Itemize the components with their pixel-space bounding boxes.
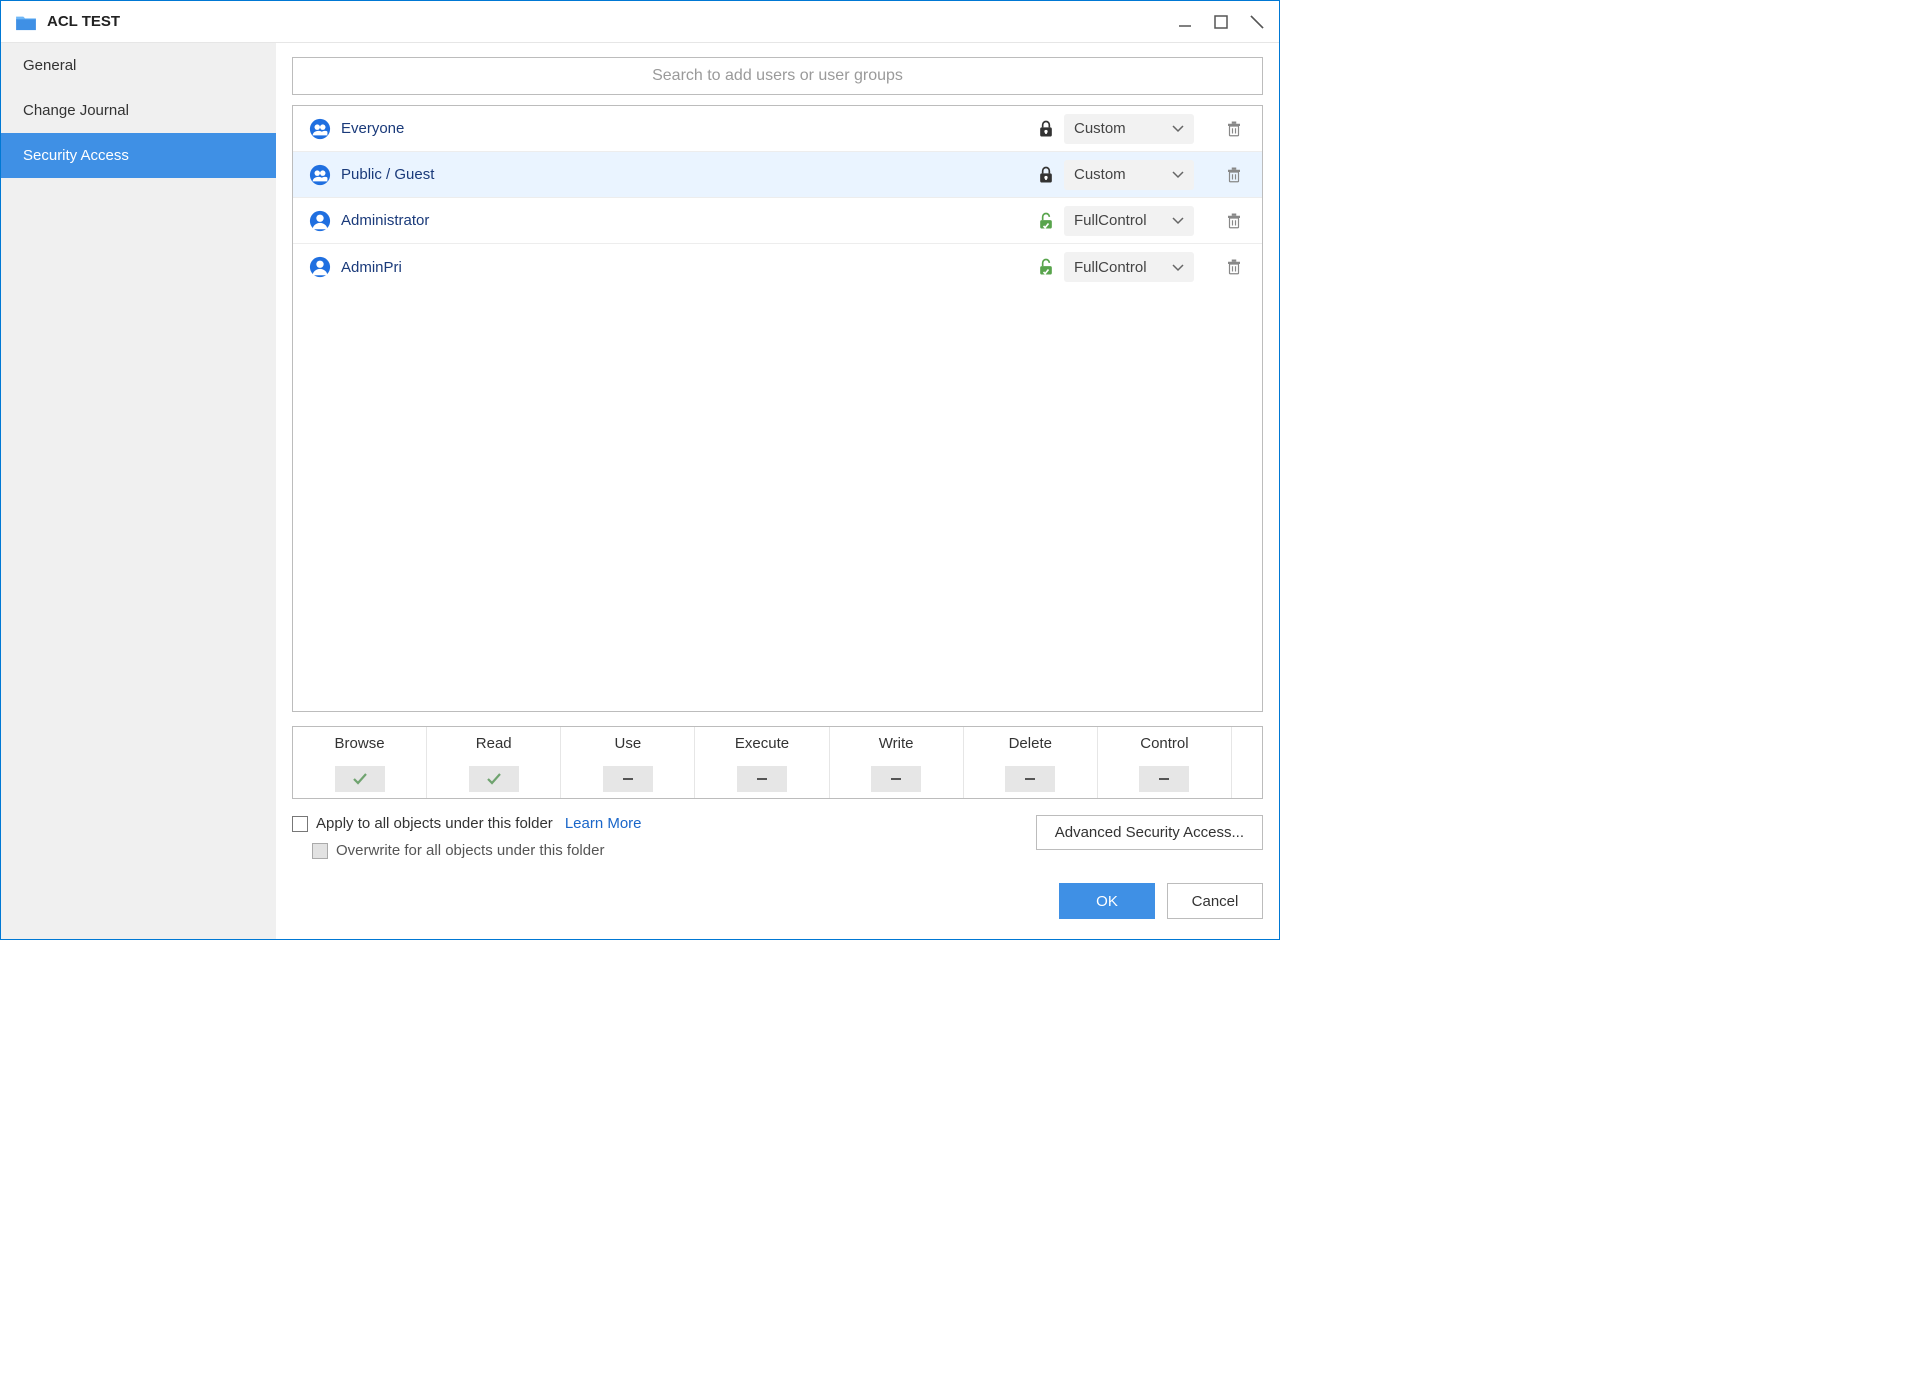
sidebar-item-change-journal[interactable]: Change Journal bbox=[1, 88, 276, 133]
perm-header-cell: Browse bbox=[293, 727, 427, 760]
principal-name: AdminPri bbox=[341, 259, 821, 276]
delete-acl-button[interactable] bbox=[1222, 255, 1246, 279]
ok-button[interactable]: OK bbox=[1059, 883, 1155, 919]
chevron-down-icon bbox=[1172, 125, 1184, 133]
maximize-button[interactable] bbox=[1207, 8, 1235, 36]
permission-value: Custom bbox=[1074, 166, 1126, 183]
window-title: ACL TEST bbox=[47, 13, 120, 30]
sidebar-item-security-access[interactable]: Security Access bbox=[1, 133, 276, 178]
perm-toggle-dash[interactable] bbox=[603, 766, 653, 792]
apply-all-label: Apply to all objects under this folder bbox=[316, 815, 553, 832]
permission-dropdown[interactable]: Custom bbox=[1064, 160, 1194, 190]
user-icon bbox=[309, 210, 331, 232]
perm-value-cell bbox=[561, 760, 695, 798]
delete-acl-button[interactable] bbox=[1222, 209, 1246, 233]
perm-value-cell bbox=[293, 760, 427, 798]
acl-row[interactable]: AdminPri FullControl bbox=[293, 244, 1262, 290]
overwrite-label: Overwrite for all objects under this fol… bbox=[336, 842, 604, 859]
apply-all-checkbox[interactable] bbox=[292, 816, 308, 832]
learn-more-link[interactable]: Learn More bbox=[565, 815, 642, 832]
permissions-table: BrowseReadUseExecuteWriteDeleteControl bbox=[292, 726, 1263, 799]
options-row: Apply to all objects under this folder L… bbox=[292, 815, 1263, 859]
sidebar-item-label: Security Access bbox=[23, 147, 129, 164]
permission-dropdown[interactable]: FullControl bbox=[1064, 252, 1194, 282]
apply-all-checkbox-line: Apply to all objects under this folder L… bbox=[292, 815, 642, 832]
permission-value: FullControl bbox=[1074, 259, 1147, 276]
sidebar-item-general[interactable]: General bbox=[1, 43, 276, 88]
perm-header-cell: Control bbox=[1098, 727, 1232, 760]
perm-toggle-dash[interactable] bbox=[737, 766, 787, 792]
perm-value-cell bbox=[427, 760, 561, 798]
dialog-footer: OK Cancel bbox=[292, 859, 1263, 939]
delete-acl-button[interactable] bbox=[1222, 163, 1246, 187]
sidebar-item-label: Change Journal bbox=[23, 102, 129, 119]
search-users-input[interactable] bbox=[292, 57, 1263, 95]
principal-name: Everyone bbox=[341, 120, 821, 137]
trash-icon bbox=[1225, 166, 1243, 184]
perm-value-cell bbox=[830, 760, 964, 798]
overwrite-checkbox[interactable] bbox=[312, 843, 328, 859]
overwrite-checkbox-line: Overwrite for all objects under this fol… bbox=[312, 842, 642, 859]
user-icon bbox=[309, 256, 331, 278]
perm-value-cell bbox=[1098, 760, 1232, 798]
chevron-down-icon bbox=[1172, 171, 1184, 179]
delete-acl-button[interactable] bbox=[1222, 117, 1246, 141]
perm-toggle-check[interactable] bbox=[469, 766, 519, 792]
acl-row[interactable]: Public / Guest Custom bbox=[293, 152, 1262, 198]
close-button[interactable] bbox=[1243, 8, 1271, 36]
security-access-panel: Everyone Custom Public / Guest Custom Admini… bbox=[276, 43, 1279, 939]
group-icon bbox=[309, 164, 331, 186]
perm-header-cell: Delete bbox=[964, 727, 1098, 760]
permission-value: FullControl bbox=[1074, 212, 1147, 229]
lock-open-icon bbox=[1036, 257, 1056, 277]
perm-value-cell bbox=[964, 760, 1098, 798]
perm-value-spacer bbox=[1232, 760, 1262, 798]
lock-closed-icon bbox=[1036, 165, 1056, 185]
permissions-header-row: BrowseReadUseExecuteWriteDeleteControl bbox=[293, 727, 1262, 760]
trash-icon bbox=[1225, 120, 1243, 138]
lock-open-icon bbox=[1036, 211, 1056, 231]
perm-header-spacer bbox=[1232, 727, 1262, 760]
principal-name: Public / Guest bbox=[341, 166, 821, 183]
permission-value: Custom bbox=[1074, 120, 1126, 137]
window-controls bbox=[1171, 8, 1271, 36]
titlebar: ACL TEST bbox=[1, 1, 1279, 43]
perm-value-cell bbox=[695, 760, 829, 798]
lock-closed-icon bbox=[1036, 119, 1056, 139]
acl-list: Everyone Custom Public / Guest Custom Admini… bbox=[292, 105, 1263, 712]
perm-header-cell: Execute bbox=[695, 727, 829, 760]
perm-header-cell: Use bbox=[561, 727, 695, 760]
perm-header-cell: Read bbox=[427, 727, 561, 760]
permissions-value-row bbox=[293, 760, 1262, 798]
group-icon bbox=[309, 118, 331, 140]
perm-toggle-dash[interactable] bbox=[1005, 766, 1055, 792]
perm-toggle-check[interactable] bbox=[335, 766, 385, 792]
advanced-security-button[interactable]: Advanced Security Access... bbox=[1036, 815, 1263, 850]
chevron-down-icon bbox=[1172, 217, 1184, 225]
perm-header-cell: Write bbox=[830, 727, 964, 760]
perm-toggle-dash[interactable] bbox=[871, 766, 921, 792]
perm-toggle-dash[interactable] bbox=[1139, 766, 1189, 792]
cancel-button[interactable]: Cancel bbox=[1167, 883, 1263, 919]
acl-row[interactable]: Administrator FullControl bbox=[293, 198, 1262, 244]
chevron-down-icon bbox=[1172, 264, 1184, 272]
acl-row[interactable]: Everyone Custom bbox=[293, 106, 1262, 152]
principal-name: Administrator bbox=[341, 212, 821, 229]
trash-icon bbox=[1225, 212, 1243, 230]
permission-dropdown[interactable]: Custom bbox=[1064, 114, 1194, 144]
sidebar-item-label: General bbox=[23, 57, 76, 74]
acl-properties-window: ACL TEST General Change Journal Secu bbox=[0, 0, 1280, 940]
trash-icon bbox=[1225, 258, 1243, 276]
permission-dropdown[interactable]: FullControl bbox=[1064, 206, 1194, 236]
sidebar: General Change Journal Security Access bbox=[1, 43, 276, 939]
folder-icon bbox=[15, 13, 37, 31]
minimize-button[interactable] bbox=[1171, 8, 1199, 36]
